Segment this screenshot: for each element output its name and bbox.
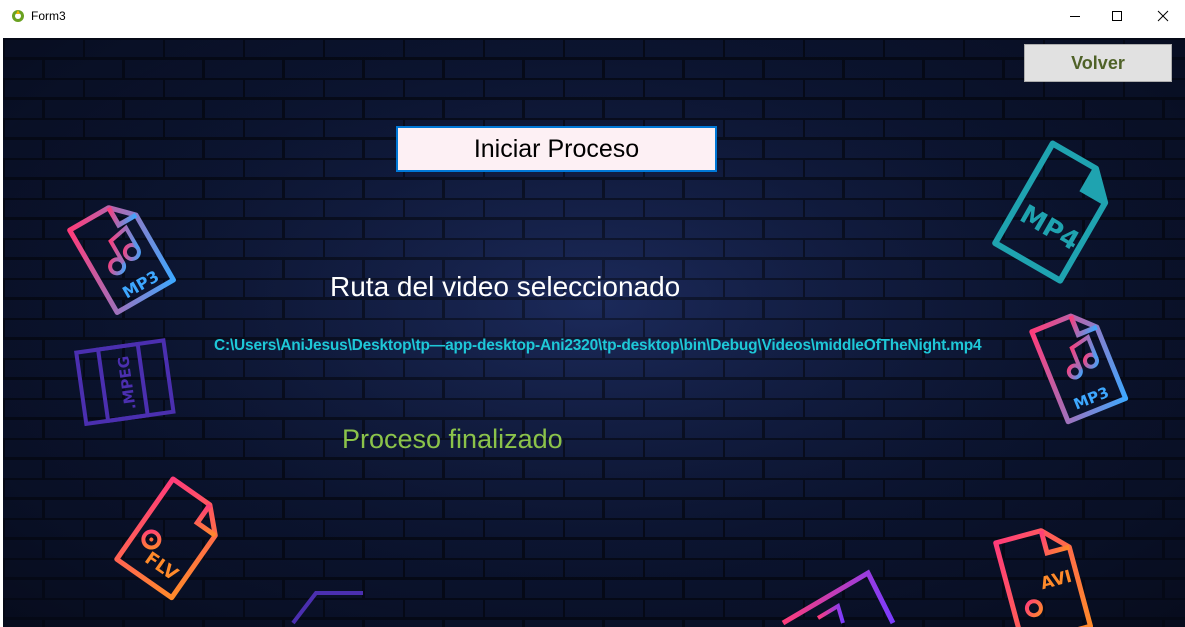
app-icon xyxy=(12,10,24,22)
mp3-right-file-icon: MP3 xyxy=(1029,313,1129,425)
avi-icon-text: AVI xyxy=(1038,567,1074,594)
flv-file-icon: FLV xyxy=(114,476,218,601)
iniciar-proceso-button[interactable]: Iniciar Proceso xyxy=(396,126,717,172)
mpeg-icon-text: .MPEG xyxy=(114,355,139,411)
partial-video-file-icon xyxy=(781,569,896,626)
video-path-label: Ruta del video seleccionado xyxy=(330,271,681,302)
volver-button[interactable]: Volver xyxy=(1024,44,1172,82)
avi-file-icon: AVI xyxy=(993,528,1094,627)
window-title: Form3 xyxy=(31,9,66,23)
minimize-icon xyxy=(1070,16,1080,17)
video-path-value: C:\Users\AniJesus\Desktop\tp—app-desktop… xyxy=(214,337,982,354)
close-button[interactable] xyxy=(1140,0,1185,32)
partial-file-icon xyxy=(291,591,363,625)
form-client-area: MP3 MP4 .MPEG MP3 FLV AVI Volver Iniciar… xyxy=(3,38,1185,627)
mp3-file-icon: MP3 xyxy=(67,205,176,315)
title-bar: Form3 xyxy=(0,0,1185,32)
maximize-icon xyxy=(1112,11,1122,21)
maximize-button[interactable] xyxy=(1094,0,1140,32)
mpeg-file-icon: .MPEG xyxy=(74,338,176,427)
mp4-icon-text: MP4 xyxy=(1015,200,1085,257)
close-icon xyxy=(1157,10,1169,22)
process-status-label: Proceso finalizado xyxy=(342,424,563,454)
mp4-file-icon: MP4 xyxy=(992,140,1109,284)
minimize-button[interactable] xyxy=(1052,0,1098,32)
